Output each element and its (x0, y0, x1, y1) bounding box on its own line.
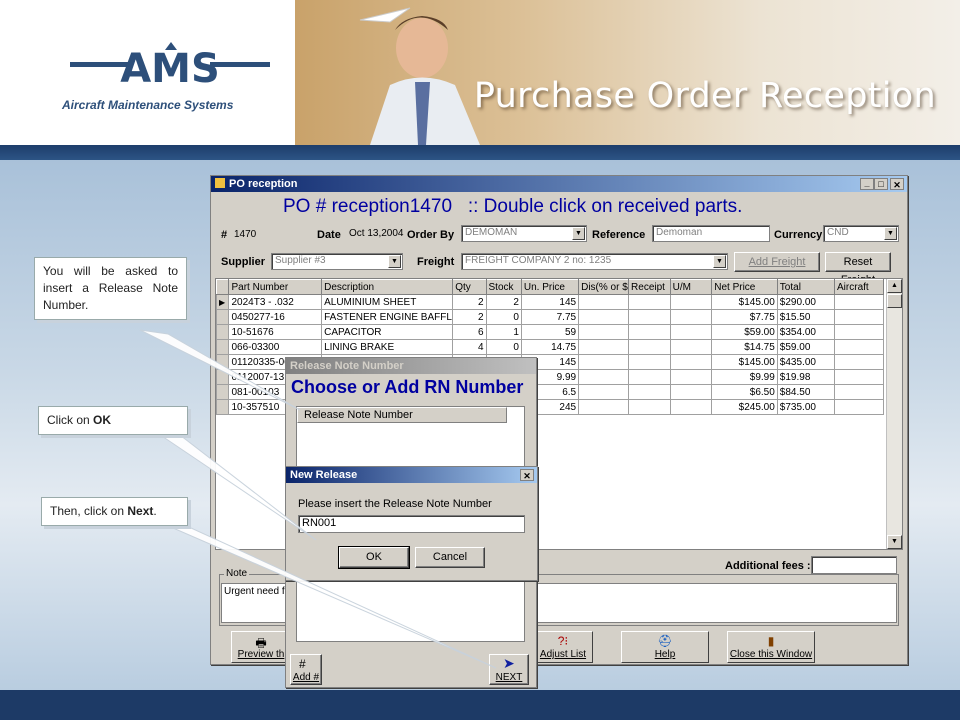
callout-release-note: You will be asked to insert a Release No… (34, 257, 187, 320)
callout-click-next: Then, click on Next. (41, 497, 188, 526)
pointer-3 (149, 517, 497, 669)
pointer-1 (139, 329, 301, 411)
callout-click-ok: Click on OK (38, 406, 188, 435)
callout-pointers (139, 329, 497, 669)
